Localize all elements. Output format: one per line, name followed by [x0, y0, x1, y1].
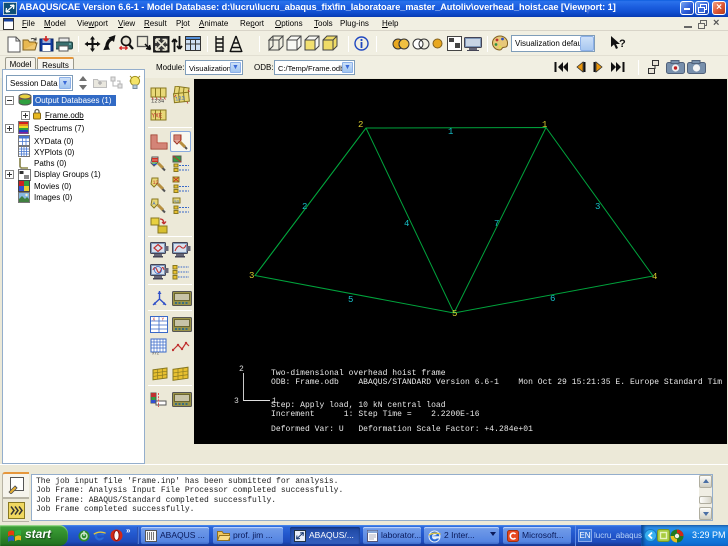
svg-text:4: 4 [404, 219, 409, 229]
svg-text:6: 6 [550, 294, 555, 304]
svg-text:?: ? [619, 38, 626, 50]
svg-text:3: 3 [595, 202, 600, 212]
svg-text:123: 123 [175, 95, 186, 103]
svg-text:2: 2 [302, 202, 307, 212]
svg-text:7: 7 [494, 219, 499, 229]
svg-text:A: A [153, 201, 156, 207]
svg-text:YXE: YXE [152, 113, 163, 120]
svg-text:2: 2 [239, 365, 244, 374]
svg-text:1: 1 [448, 127, 453, 137]
svg-text:5: 5 [452, 309, 457, 319]
svg-text:Aa: Aa [174, 199, 180, 205]
svg-text:2: 2 [358, 120, 363, 130]
svg-text:3: 3 [234, 397, 239, 406]
svg-text:4: 4 [652, 272, 657, 282]
svg-text:3: 3 [249, 271, 254, 281]
svg-text:XYZ: XYZ [152, 353, 160, 356]
svg-text:1: 1 [542, 120, 547, 130]
svg-text:Y: Y [162, 317, 165, 323]
svg-text:5: 5 [348, 295, 353, 305]
svg-text:X: X [153, 317, 156, 323]
